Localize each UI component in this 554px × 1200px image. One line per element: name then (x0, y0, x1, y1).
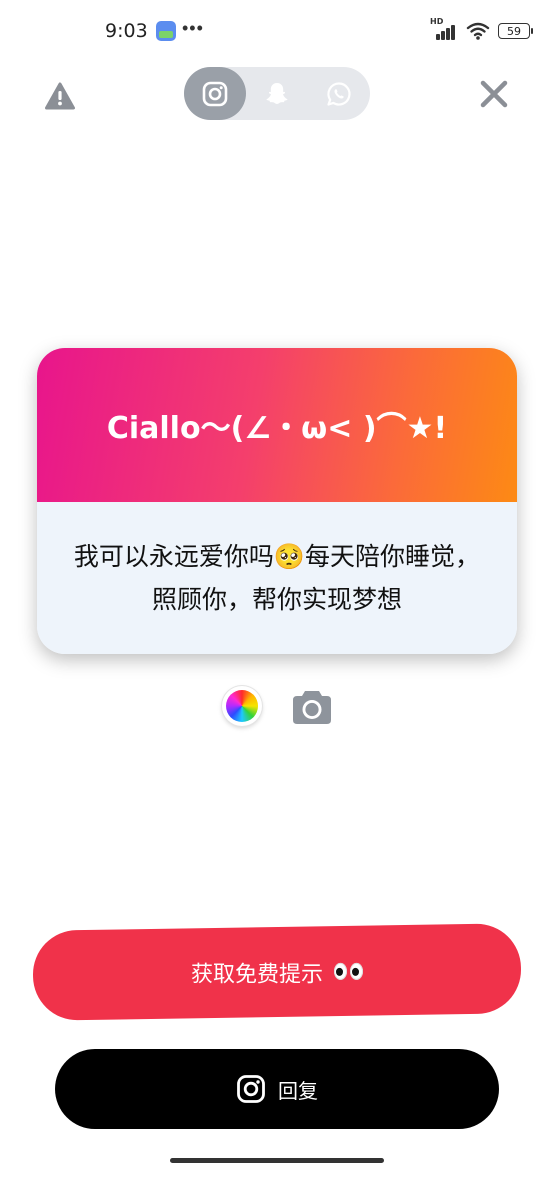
report-warning-button[interactable] (44, 80, 76, 112)
color-picker-button[interactable] (222, 686, 262, 726)
close-x-icon (480, 80, 508, 108)
tab-instagram[interactable] (184, 67, 246, 120)
reply-button[interactable]: 回复 (55, 1049, 499, 1129)
battery-icon: 59 (498, 23, 533, 39)
camera-button[interactable] (291, 685, 333, 727)
network-label: HD (430, 17, 444, 26)
instagram-icon (237, 1075, 265, 1103)
hint-label: 获取免费提示 (191, 962, 324, 988)
reply-label: 回复 (278, 1078, 318, 1103)
battery-level: 59 (507, 24, 521, 38)
close-button[interactable] (476, 76, 512, 112)
message-card: Ciallo～(∠・ω< )⌒★! 我可以永远爱你吗🥺每天陪你睡觉，照顾你，帮你… (37, 348, 517, 654)
warning-triangle-icon (45, 82, 75, 110)
app-notification-icon (156, 21, 176, 41)
whatsapp-icon (327, 81, 351, 106)
more-notifications-indicator: ••• (182, 18, 204, 38)
get-free-hint-button[interactable]: 获取免费提示 (32, 923, 522, 1021)
platform-switch (184, 67, 370, 120)
wifi-icon (466, 22, 490, 40)
eyes-emoji-icon (333, 962, 363, 980)
card-title: Ciallo～(∠・ω< )⌒★! (106, 411, 448, 446)
tab-whatsapp[interactable] (308, 67, 370, 120)
status-bar: 9:03 ••• HD 59 (0, 0, 554, 64)
color-wheel-icon (226, 690, 258, 722)
home-indicator[interactable] (170, 1158, 384, 1163)
status-right-cluster: HD 59 (430, 17, 533, 42)
status-time: 9:03 (105, 20, 148, 42)
cell-signal-icon: HD (430, 17, 458, 42)
tab-snapchat[interactable] (246, 67, 308, 120)
card-body: 我可以永远爱你吗🥺每天陪你睡觉，照顾你，帮你实现梦想 (37, 502, 517, 654)
card-header: Ciallo～(∠・ω< )⌒★! (37, 348, 517, 502)
instagram-icon (202, 81, 228, 106)
camera-icon (293, 691, 331, 724)
snapchat-ghost-icon (266, 82, 288, 104)
card-message: 我可以永远爱你吗🥺每天陪你睡觉，照顾你，帮你实现梦想 (73, 542, 481, 614)
